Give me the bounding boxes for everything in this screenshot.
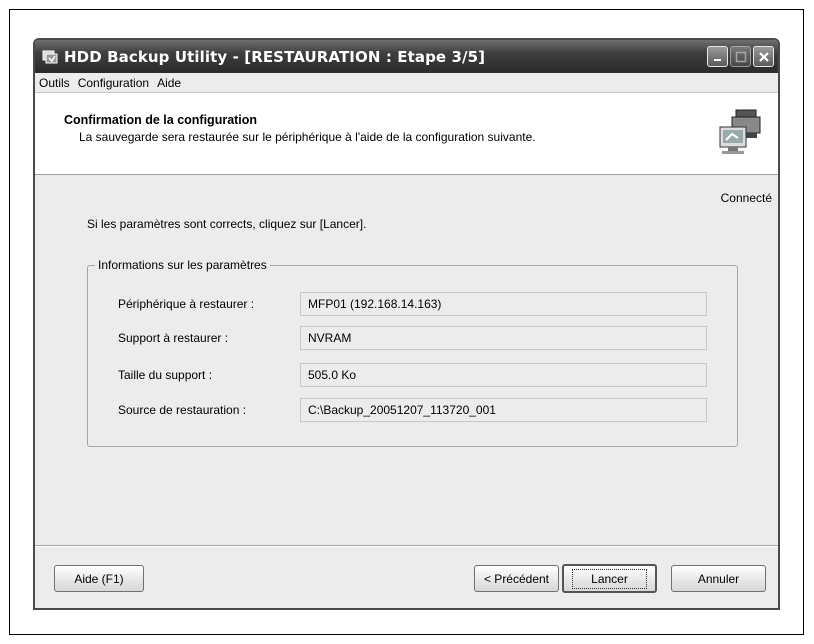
groupbox-label: Informations sur les paramètres	[95, 258, 270, 272]
footer-separator	[35, 545, 778, 547]
param-label: Source de restauration :	[118, 403, 247, 417]
header-title: Confirmation de la configuration	[64, 113, 258, 127]
printer-computer-icon	[719, 109, 761, 154]
param-row-size: Taille du support : 505.0 Ko	[88, 363, 737, 387]
backup-app-icon	[42, 50, 58, 63]
previous-button[interactable]: < Précédent	[474, 565, 559, 592]
previous-button-label: < Précédent	[483, 571, 550, 586]
header-subtitle: La sauvegarde sera restaurée sur le péri…	[79, 130, 536, 144]
start-button-label: Lancer	[572, 568, 647, 589]
minimize-button[interactable]	[707, 46, 728, 67]
param-row-support: Support à restaurer : NVRAM	[88, 326, 737, 350]
param-label: Support à restaurer :	[118, 331, 229, 345]
menu-configuration[interactable]: Configuration	[76, 76, 155, 90]
window-title: HDD Backup Utility - [RESTAURATION : Eta…	[64, 47, 486, 66]
menu-bar: Outils Configuration Aide	[35, 73, 778, 93]
maximize-icon	[735, 51, 746, 62]
cancel-button[interactable]: Annuler	[671, 565, 766, 592]
param-label: Taille du support :	[118, 368, 213, 382]
title-bar[interactable]: HDD Backup Utility - [RESTAURATION : Eta…	[35, 40, 778, 73]
param-value-field: NVRAM	[300, 326, 707, 350]
param-value-field: C:\Backup_20051207_113720_001	[300, 398, 707, 422]
minimize-icon	[713, 58, 721, 61]
app-window: HDD Backup Utility - [RESTAURATION : Eta…	[33, 38, 780, 610]
param-row-device: Périphérique à restaurer : MFP01 (192.16…	[88, 292, 737, 316]
param-value-field: 505.0 Ko	[300, 363, 707, 387]
start-button[interactable]: Lancer	[562, 564, 657, 593]
param-value-field: MFP01 (192.168.14.163)	[300, 292, 707, 316]
wizard-header: Confirmation de la configuration La sauv…	[35, 93, 778, 175]
connection-status: Connecté	[720, 191, 772, 205]
close-button[interactable]	[753, 46, 774, 67]
instruction-text: Si les paramètres sont corrects, cliquez…	[87, 217, 367, 231]
parameters-groupbox: Informations sur les paramètres Périphér…	[87, 258, 738, 447]
menu-aide[interactable]: Aide	[155, 76, 187, 90]
cancel-button-label: Annuler	[697, 571, 740, 586]
help-button-label: Aide (F1)	[74, 571, 124, 586]
help-button[interactable]: Aide (F1)	[54, 565, 144, 592]
param-row-source: Source de restauration : C:\Backup_20051…	[88, 398, 737, 422]
param-label: Périphérique à restaurer :	[118, 297, 255, 311]
maximize-button[interactable]	[730, 46, 751, 67]
menu-outils[interactable]: Outils	[37, 76, 76, 90]
close-icon	[758, 51, 769, 62]
